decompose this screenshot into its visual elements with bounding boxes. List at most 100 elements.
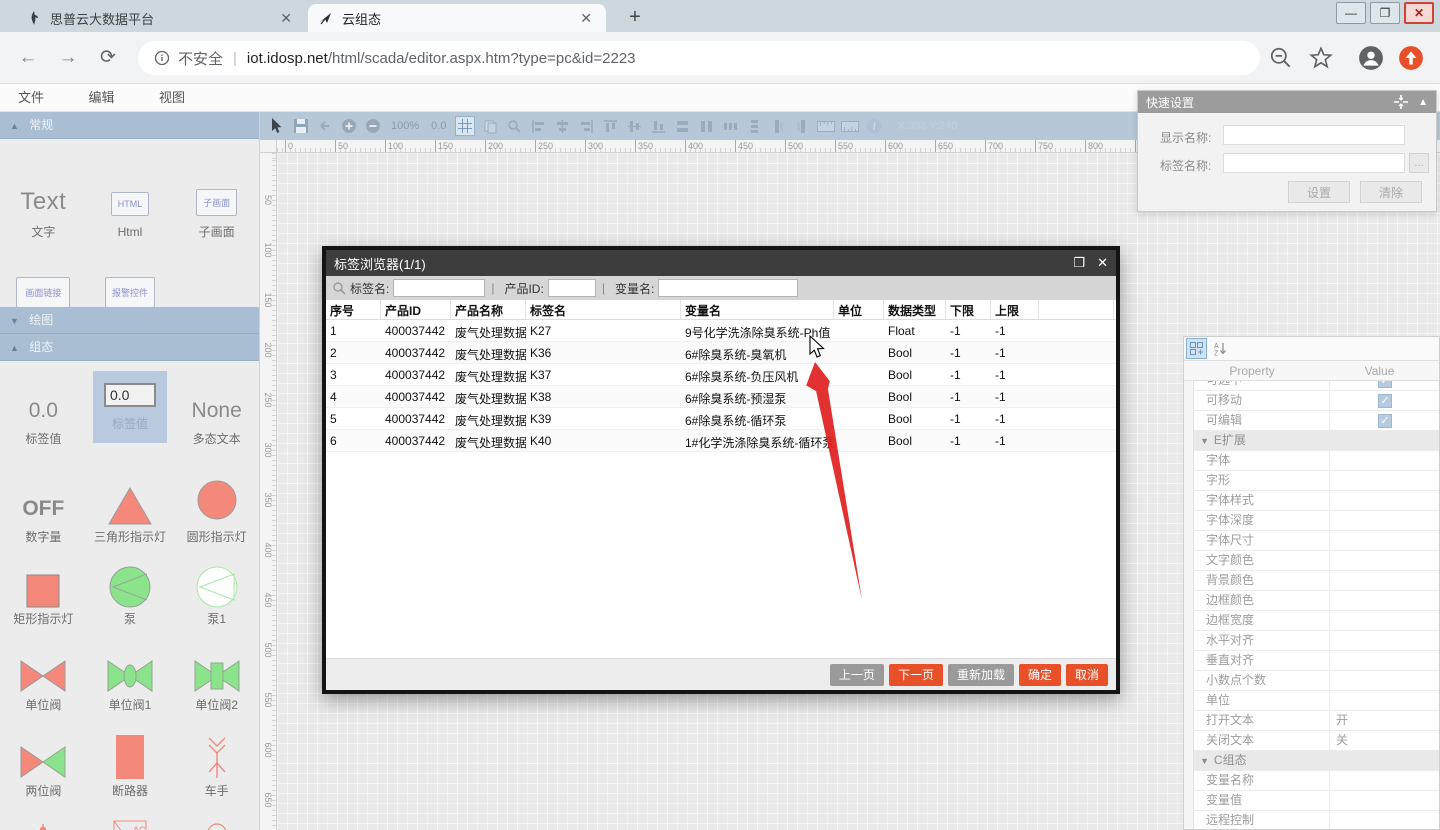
- zoom-out-icon[interactable]: [1268, 45, 1294, 71]
- prev-page-button[interactable]: 上一页: [830, 664, 884, 686]
- distribute-v-icon[interactable]: [745, 117, 763, 135]
- palette-item-tag-value-selected[interactable]: 0.0 标签值: [91, 361, 169, 453]
- address-bar[interactable]: 不安全 | iot.idosp.net/html/scada/editor.as…: [138, 41, 1260, 75]
- find-tool-icon[interactable]: [505, 117, 523, 135]
- dialog-close-icon[interactable]: ✕: [1097, 255, 1108, 271]
- palette-item-rect-indicator[interactable]: 矩形指示灯: [11, 551, 75, 633]
- same-height-icon[interactable]: [697, 117, 715, 135]
- save-tool-icon[interactable]: [292, 117, 310, 135]
- palette-item-html[interactable]: HTML Html: [109, 142, 152, 246]
- property-row[interactable]: 小数点个数: [1194, 671, 1439, 691]
- palette-item-pump1[interactable]: 泵1: [193, 551, 241, 633]
- quick-settings-header[interactable]: 快速设置 ▲: [1138, 91, 1436, 113]
- undo-tool-icon[interactable]: [316, 117, 334, 135]
- property-value[interactable]: 开: [1330, 711, 1439, 730]
- property-row[interactable]: 变量名称: [1194, 771, 1439, 791]
- property-row[interactable]: 边框颜色: [1194, 591, 1439, 611]
- property-scrollbar[interactable]: [1184, 381, 1194, 829]
- zoom-out-tool-icon[interactable]: [364, 117, 382, 135]
- property-row[interactable]: 边框宽度: [1194, 611, 1439, 631]
- menu-file[interactable]: 文件: [18, 84, 44, 112]
- table-row[interactable]: 3400037442废气处理数据采K376#除臭系统-负压风机Bool-1-1: [326, 364, 1116, 386]
- sort-az-icon[interactable]: AZ: [1209, 338, 1230, 359]
- property-row[interactable]: 远程控制: [1194, 811, 1439, 829]
- property-row[interactable]: 可移动✓: [1194, 391, 1439, 411]
- column-header[interactable]: 序号: [326, 300, 381, 319]
- property-group-row[interactable]: ▼C组态: [1194, 751, 1439, 771]
- palette-item-tag-value[interactable]: 0.0 标签值: [23, 361, 63, 453]
- var-name-search-input[interactable]: [658, 279, 798, 297]
- tab1-close-icon[interactable]: ✕: [276, 10, 296, 27]
- align-middle-v-icon[interactable]: [625, 117, 643, 135]
- palette-item-two-way-valve[interactable]: 两位阀: [17, 719, 69, 805]
- property-value[interactable]: 关: [1330, 731, 1439, 750]
- property-row[interactable]: 打开文本开: [1194, 711, 1439, 731]
- align-right-icon[interactable]: [577, 117, 595, 135]
- window-minimize-button[interactable]: —: [1336, 2, 1366, 24]
- browser-tab-1[interactable]: 思普云大数据平台 ✕: [16, 4, 306, 32]
- property-row[interactable]: 垂直对齐: [1194, 651, 1439, 671]
- palette-group-scada[interactable]: ▲ 组态: [0, 334, 260, 361]
- dialog-titlebar[interactable]: 标签浏览器(1/1) ❒ ✕: [326, 250, 1116, 276]
- apply-button[interactable]: 设置: [1288, 181, 1350, 203]
- property-group-row[interactable]: ▼E扩展: [1194, 431, 1439, 451]
- checkbox-checked-icon[interactable]: ✓: [1378, 381, 1392, 388]
- table-row[interactable]: 4400037442废气处理数据采K386#除臭系统-预湿泵Bool-1-1: [326, 386, 1116, 408]
- dialog-maximize-icon[interactable]: ❒: [1073, 255, 1085, 271]
- palette-item-handcart[interactable]: 车手: [197, 719, 237, 805]
- align-top-icon[interactable]: [601, 117, 619, 135]
- grid-toggle-icon[interactable]: [455, 116, 475, 136]
- tag-picker-ellipsis-button[interactable]: ...: [1409, 153, 1429, 173]
- property-row[interactable]: 背景颜色: [1194, 571, 1439, 591]
- column-header[interactable]: 标签名: [526, 300, 681, 319]
- forward-icon[interactable]: →: [56, 46, 80, 70]
- palette-item-unit-valve1[interactable]: 单位阀1: [104, 633, 156, 719]
- property-row[interactable]: 字体尺寸: [1194, 531, 1439, 551]
- property-value[interactable]: ✓: [1330, 394, 1439, 408]
- select-cursor-tool-icon[interactable]: [268, 117, 286, 135]
- table-row[interactable]: 5400037442废气处理数据采K396#除臭系统-循环泵Bool-1-1: [326, 408, 1116, 430]
- palette-item-knife-switch[interactable]: 刀闸: [26, 805, 60, 830]
- palette-item-unit-valve[interactable]: 单位阀: [17, 633, 69, 719]
- tag-name-input[interactable]: [1223, 153, 1405, 173]
- palette-item-rt[interactable]: RT: [191, 805, 243, 830]
- clear-button[interactable]: 清除: [1360, 181, 1422, 203]
- reload-button[interactable]: 重新加载: [948, 664, 1014, 686]
- align-center-h-icon[interactable]: [553, 117, 571, 135]
- categorized-view-icon[interactable]: [1186, 338, 1207, 359]
- align-left-icon[interactable]: [529, 117, 547, 135]
- browser-update-icon[interactable]: [1398, 45, 1424, 71]
- palette-item-text[interactable]: Text 文字: [18, 142, 68, 246]
- info-tool-icon[interactable]: i: [865, 117, 883, 135]
- palette-group-drawing[interactable]: ▼ 绘图: [0, 307, 260, 334]
- property-row[interactable]: 关闭文本关: [1194, 731, 1439, 751]
- ruler-h-tool-icon[interactable]: [817, 117, 835, 135]
- property-row[interactable]: 文字颜色: [1194, 551, 1439, 571]
- align-bottom-icon[interactable]: [649, 117, 667, 135]
- zoom-in-tool-icon[interactable]: [340, 117, 358, 135]
- window-restore-button[interactable]: ❐: [1370, 2, 1400, 24]
- group-collapse-icon[interactable]: ▼: [1200, 436, 1209, 446]
- table-row[interactable]: 6400037442废气处理数据采K401#化学洗涤除臭系统-循环泵Bool-1…: [326, 430, 1116, 452]
- cancel-button[interactable]: 取消: [1066, 664, 1108, 686]
- dock-icon[interactable]: [1394, 95, 1408, 109]
- info-icon[interactable]: [154, 50, 170, 66]
- palette-item-circle-indicator[interactable]: 圆形指示灯: [185, 453, 249, 551]
- palette-item-breaker[interactable]: 断路器: [110, 719, 150, 805]
- column-header[interactable]: 变量名: [681, 300, 834, 319]
- menu-edit[interactable]: 编辑: [88, 84, 114, 112]
- back-icon[interactable]: ←: [16, 46, 40, 70]
- property-value[interactable]: ✓: [1330, 381, 1439, 388]
- palette-item-triangle-indicator[interactable]: 三角形指示灯: [92, 453, 168, 551]
- tab2-close-icon[interactable]: ✕: [576, 10, 596, 27]
- palette-item-multistate-text[interactable]: None 多态文本: [190, 361, 244, 453]
- profile-avatar-icon[interactable]: [1358, 45, 1384, 71]
- property-value[interactable]: ✓: [1330, 414, 1439, 428]
- palette-item-pump[interactable]: 泵: [106, 551, 154, 633]
- column-header[interactable]: 上限: [991, 300, 1039, 319]
- browser-tab-2[interactable]: 云组态 ✕: [308, 4, 606, 32]
- table-row[interactable]: 1400037442废气处理数据采K279号化学洗涤除臭系统-Ph值Float-…: [326, 320, 1116, 342]
- property-row[interactable]: 变量值: [1194, 791, 1439, 811]
- same-width-icon[interactable]: [673, 117, 691, 135]
- checkbox-checked-icon[interactable]: ✓: [1378, 394, 1392, 408]
